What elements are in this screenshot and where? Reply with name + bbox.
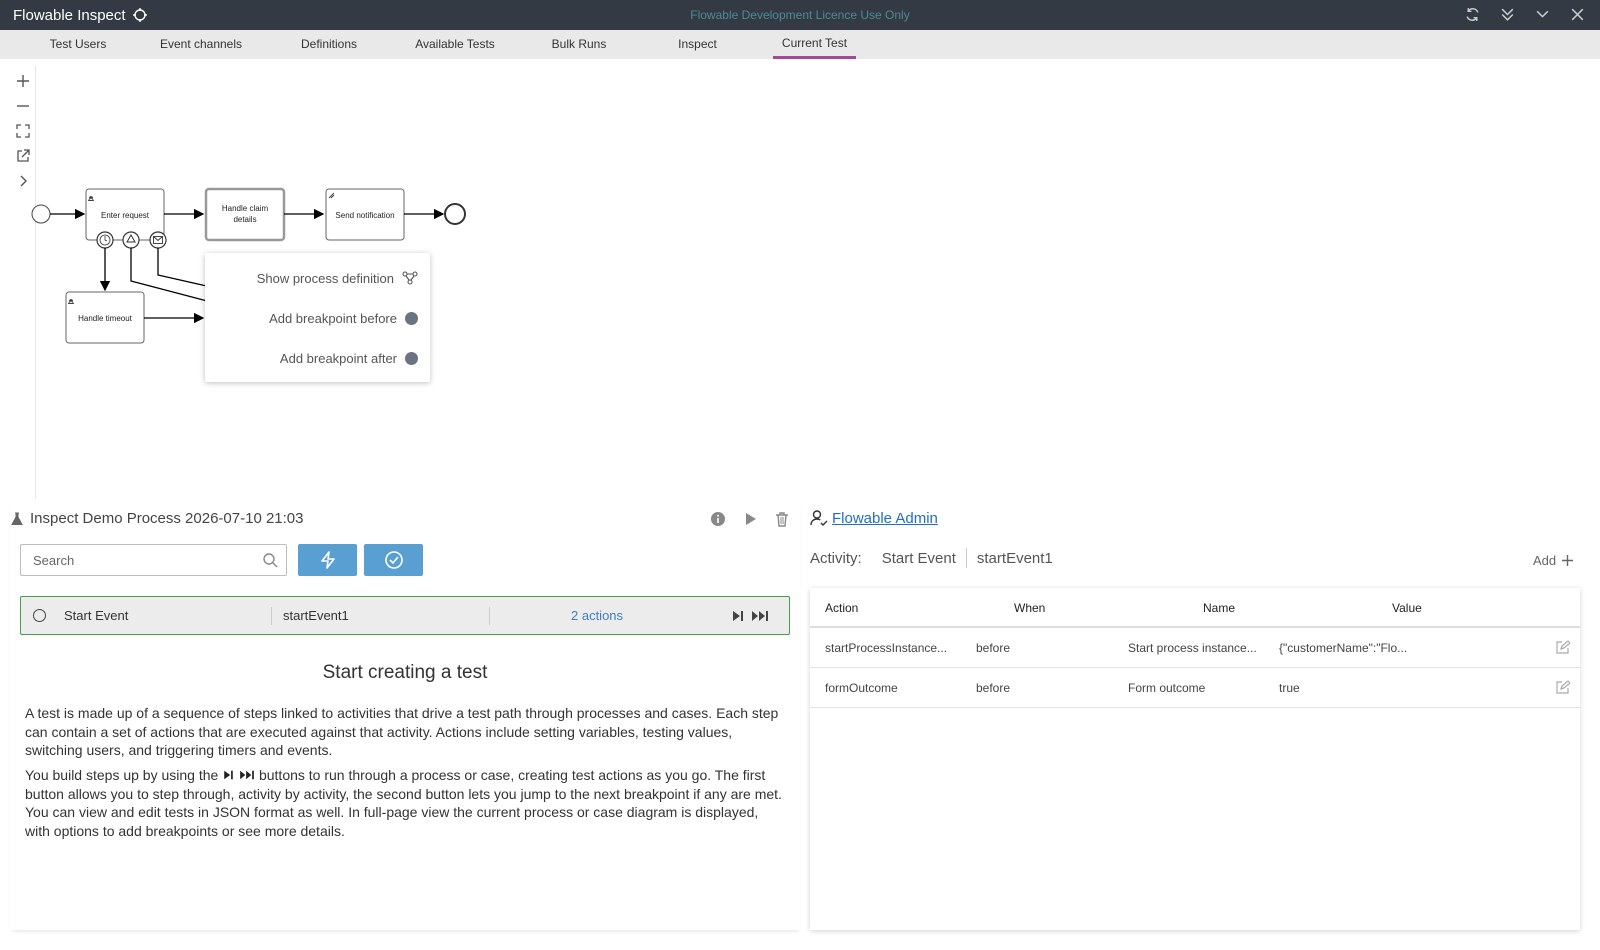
menu-show-process-definition[interactable]: Show process definition	[257, 268, 418, 288]
column-header: Action	[825, 601, 859, 615]
cell-action: startProcessInstance...	[825, 641, 948, 655]
tab-inspect[interactable]: Inspect	[670, 30, 725, 59]
menu-item-label: Show process definition	[256, 270, 394, 286]
step-forward-icon[interactable]	[731, 609, 745, 623]
activity-label: Activity:	[810, 549, 862, 567]
column-header: Value	[1392, 601, 1422, 615]
table-row[interactable]: startProcessInstance... before Start pro…	[810, 628, 1580, 668]
info-text: You build steps up by using the	[25, 767, 219, 783]
user-check-icon	[810, 510, 828, 526]
trigger-event-button[interactable]	[298, 544, 357, 576]
fast-forward-icon	[240, 770, 254, 780]
trash-icon[interactable]	[774, 511, 790, 527]
tab-bulk-runs[interactable]: Bulk Runs	[547, 30, 611, 59]
column-header: Name	[1203, 601, 1236, 615]
cell-when: before	[976, 641, 1011, 655]
search-input[interactable]	[20, 544, 287, 576]
table-row[interactable]: formOutcome before Form outcome true	[810, 668, 1580, 708]
fast-forward-icon[interactable]	[751, 609, 769, 623]
refresh-icon[interactable]	[1464, 6, 1481, 23]
step-actions-link[interactable]: 2 actions	[571, 608, 623, 623]
task-label: Handle timeout	[78, 314, 132, 323]
add-label: Add	[1533, 553, 1557, 568]
test-panel: Inspect Demo Process 2026-07-10 21:03 St…	[10, 504, 800, 930]
breakpoint-icon	[405, 351, 418, 365]
user-name: Flowable Admin	[832, 509, 938, 527]
task-label: Send notification	[335, 211, 395, 220]
search-icon	[263, 553, 278, 568]
lightning-icon	[320, 551, 335, 569]
info-paragraph: You build steps up by using the buttons …	[25, 766, 785, 840]
task-label: Handle claim details	[221, 204, 269, 224]
info-icon[interactable]	[710, 511, 726, 527]
activity-id: startEvent1	[976, 549, 1053, 567]
menu-item-label: Add breakpoint after	[279, 350, 397, 366]
menu-add-breakpoint-after[interactable]: Add breakpoint after	[280, 348, 418, 368]
start-event-shape	[31, 204, 51, 224]
step-id: startEvent1	[283, 608, 349, 623]
menu-item-label: Add breakpoint before	[269, 310, 397, 326]
check-circle-icon	[384, 551, 403, 569]
step-row[interactable]: Start Event startEvent1 2 actions	[20, 596, 790, 635]
add-action-button[interactable]: Add	[1533, 553, 1574, 568]
step-radio[interactable]	[33, 609, 46, 622]
divider	[965, 548, 967, 568]
cell-name: Form outcome	[1128, 681, 1206, 695]
menu-add-breakpoint-before[interactable]: Add breakpoint before	[269, 308, 418, 328]
info-heading: Start creating a test	[322, 662, 488, 683]
actions-table: Action When Name Value startProcessInsta…	[810, 588, 1580, 930]
chevron-down-icon[interactable]	[1534, 6, 1551, 23]
step-forward-icon	[224, 770, 233, 780]
process-graph-icon	[402, 271, 418, 285]
complete-check-button[interactable]	[364, 544, 423, 576]
flask-icon	[11, 512, 23, 525]
close-icon[interactable]	[1569, 6, 1586, 23]
user-link[interactable]: Flowable Admin	[810, 509, 938, 527]
divider	[271, 607, 272, 625]
divider	[489, 607, 490, 625]
task-label: Enter request	[100, 211, 150, 220]
activity-name: Start Event	[881, 549, 956, 567]
plus-icon	[1562, 555, 1574, 566]
cell-value: {"customerName":"Flo...	[1279, 641, 1408, 655]
edit-icon[interactable]	[1555, 680, 1570, 695]
cell-when: before	[976, 681, 1011, 695]
breakpoint-icon	[405, 311, 418, 325]
play-icon[interactable]	[742, 511, 758, 527]
cell-name: Start process instance...	[1128, 641, 1257, 655]
test-title: Inspect Demo Process 2026-07-10 21:03	[10, 510, 304, 527]
cell-action: formOutcome	[825, 681, 898, 695]
column-header: When	[1014, 601, 1046, 615]
info-paragraph: A test is made up of a sequence of steps…	[25, 705, 779, 758]
end-event-shape	[444, 203, 466, 225]
tab-current-test[interactable]: Current Test	[773, 30, 856, 59]
activity-line: Activity: Start Event startEvent1	[810, 548, 1053, 568]
edit-icon[interactable]	[1555, 640, 1570, 655]
test-title-text: Inspect Demo Process 2026-07-10 21:03	[30, 510, 304, 527]
context-menu: Show process definition Add breakpoint b…	[205, 253, 430, 382]
collapse-all-icon[interactable]	[1499, 6, 1516, 23]
step-name: Start Event	[64, 608, 129, 623]
cell-value: true	[1279, 681, 1300, 695]
